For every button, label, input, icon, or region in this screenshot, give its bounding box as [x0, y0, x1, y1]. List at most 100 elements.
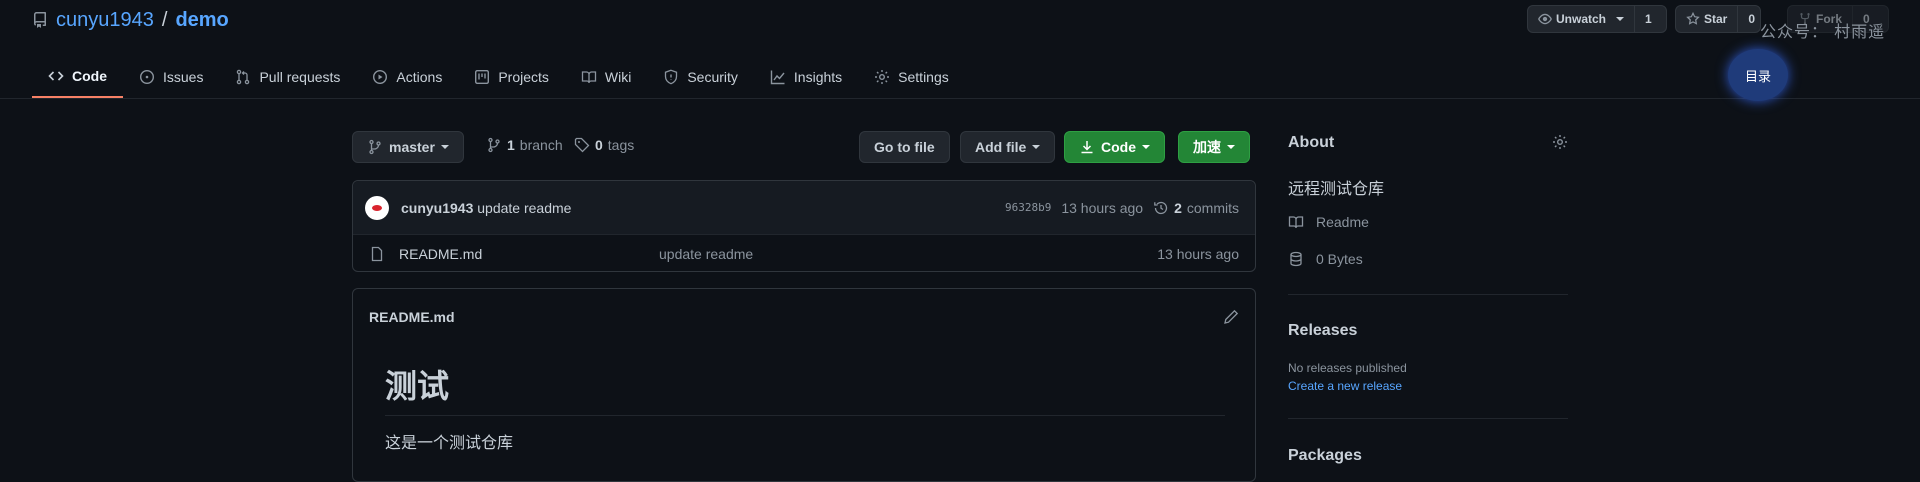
tab-label: Actions — [396, 69, 443, 85]
no-releases-text: No releases published — [1288, 361, 1407, 375]
readme-link-label: Readme — [1316, 214, 1369, 230]
tab-label: Insights — [793, 69, 843, 85]
branch-icon — [367, 139, 383, 155]
star-icon — [1686, 12, 1700, 26]
shield-icon — [663, 69, 679, 85]
tab-security[interactable]: Security — [647, 56, 754, 98]
watch-button[interactable]: Unwatch 1 — [1527, 5, 1667, 33]
watch-count[interactable]: 1 — [1634, 6, 1662, 32]
graph-icon — [770, 69, 786, 85]
repo-name-link[interactable]: demo — [175, 9, 228, 32]
sidebar-divider — [1288, 418, 1568, 419]
commit-message[interactable]: update readme — [477, 200, 571, 216]
about-description: 远程测试仓库 — [1288, 181, 1385, 198]
tags-link[interactable]: 0 tags — [574, 137, 634, 153]
repo-size-label: 0 Bytes — [1316, 251, 1363, 267]
branch-select-button[interactable]: master — [352, 131, 464, 163]
commits-link[interactable]: 2 commits — [1153, 200, 1239, 216]
tab-label: Projects — [498, 69, 549, 85]
branch-icon — [486, 137, 502, 153]
watch-label: Unwatch — [1556, 12, 1607, 26]
commit-meta: 96328b9 13 hours ago 2 commits — [1005, 200, 1239, 216]
commit-time: 13 hours ago — [1061, 199, 1144, 216]
gear-icon — [874, 69, 890, 85]
readme-link[interactable]: Readme — [1288, 214, 1369, 230]
chevron-down-icon — [1032, 145, 1041, 149]
branch-name: master — [389, 139, 435, 155]
tab-code[interactable]: Code — [32, 56, 123, 98]
repo-owner-link[interactable]: cunyu1943 — [56, 9, 154, 32]
tabs-divider — [0, 98, 1920, 99]
commit-summary: cunyu1943 update readme — [401, 200, 571, 216]
tab-insights[interactable]: Insights — [754, 56, 858, 98]
star-label-area[interactable]: Star — [1676, 6, 1737, 32]
commit-label: commits — [1186, 199, 1239, 216]
gear-icon[interactable] — [1552, 134, 1568, 150]
chevron-down-icon — [1142, 145, 1150, 149]
readme-title[interactable]: README.md — [369, 309, 455, 325]
tab-label: Settings — [898, 69, 949, 85]
accelerate-button[interactable]: 加速 — [1178, 131, 1250, 163]
star-button[interactable]: Star 0 — [1675, 5, 1761, 33]
repo-icon — [32, 12, 48, 28]
repo-size: 0 Bytes — [1288, 251, 1363, 267]
accelerate-label: 加速 — [1193, 139, 1221, 155]
tab-label: Wiki — [604, 69, 632, 85]
tab-label: Security — [687, 69, 738, 85]
add-file-button[interactable]: Add file — [960, 131, 1056, 163]
packages-title[interactable]: Packages — [1288, 447, 1362, 465]
eye-icon — [1538, 12, 1552, 26]
star-label: Star — [1704, 12, 1728, 26]
readme-paragraph: 这是一个测试仓库 — [385, 435, 514, 452]
book-icon — [581, 69, 597, 85]
file-name-link[interactable]: README.md — [399, 246, 659, 262]
commit-count: 2 — [1174, 199, 1182, 216]
repo-tabs: Code Issues Pull requests Actions Projec… — [32, 56, 965, 98]
commit-sha[interactable]: 96328b9 — [1005, 201, 1051, 214]
tab-wiki[interactable]: Wiki — [565, 56, 647, 98]
tab-actions[interactable]: Actions — [356, 56, 458, 98]
branch-label: branch — [519, 137, 563, 153]
about-title: About — [1288, 134, 1335, 151]
issue-icon — [139, 69, 155, 85]
file-commit-time: 13 hours ago — [1157, 246, 1239, 262]
tab-label: Code — [72, 68, 107, 84]
tab-settings[interactable]: Settings — [858, 56, 965, 98]
watch-label-area[interactable]: Unwatch — [1528, 6, 1634, 32]
readme-panel: README.md 测试 这是一个测试仓库 — [352, 288, 1256, 482]
tag-count: 0 — [595, 137, 603, 153]
chevron-down-icon — [440, 145, 449, 149]
create-release-link[interactable]: Create a new release — [1288, 379, 1402, 393]
add-file-label: Add file — [975, 139, 1027, 155]
releases-title[interactable]: Releases — [1288, 322, 1357, 340]
tab-pull-requests[interactable]: Pull requests — [219, 56, 356, 98]
toc-button[interactable]: 目录 — [1728, 49, 1788, 101]
go-to-file-label: Go to file — [874, 139, 935, 155]
branches-link[interactable]: 1 branch — [486, 137, 563, 153]
code-download-button[interactable]: Code — [1064, 131, 1165, 163]
readme-heading: 测试 — [385, 361, 1225, 416]
play-icon — [372, 69, 388, 85]
list-item[interactable]: README.md update readme 13 hours ago — [353, 235, 1255, 273]
tag-icon — [574, 137, 590, 153]
tag-label: tags — [607, 137, 635, 153]
pencil-icon[interactable] — [1223, 309, 1239, 325]
pull-request-icon — [235, 69, 251, 85]
history-icon — [1153, 200, 1169, 216]
file-icon — [369, 246, 385, 262]
code-label: Code — [1101, 139, 1136, 155]
tab-label: Issues — [163, 69, 204, 85]
code-icon — [48, 68, 64, 84]
tab-projects[interactable]: Projects — [458, 56, 565, 98]
file-commit-message[interactable]: update readme — [659, 246, 753, 262]
repo-title: cunyu1943 / demo — [32, 8, 229, 32]
tab-issues[interactable]: Issues — [123, 56, 219, 98]
file-browser: cunyu1943 update readme 96328b9 13 hours… — [352, 180, 1256, 272]
chevron-down-icon — [1616, 17, 1625, 21]
latest-commit-row: cunyu1943 update readme 96328b9 13 hours… — [353, 181, 1255, 235]
avatar[interactable] — [365, 195, 389, 220]
commit-author[interactable]: cunyu1943 — [401, 200, 473, 216]
watermark-text: 公众号： 村雨遥 — [1760, 22, 1886, 41]
chevron-down-icon — [1227, 145, 1235, 149]
go-to-file-button[interactable]: Go to file — [859, 131, 950, 163]
